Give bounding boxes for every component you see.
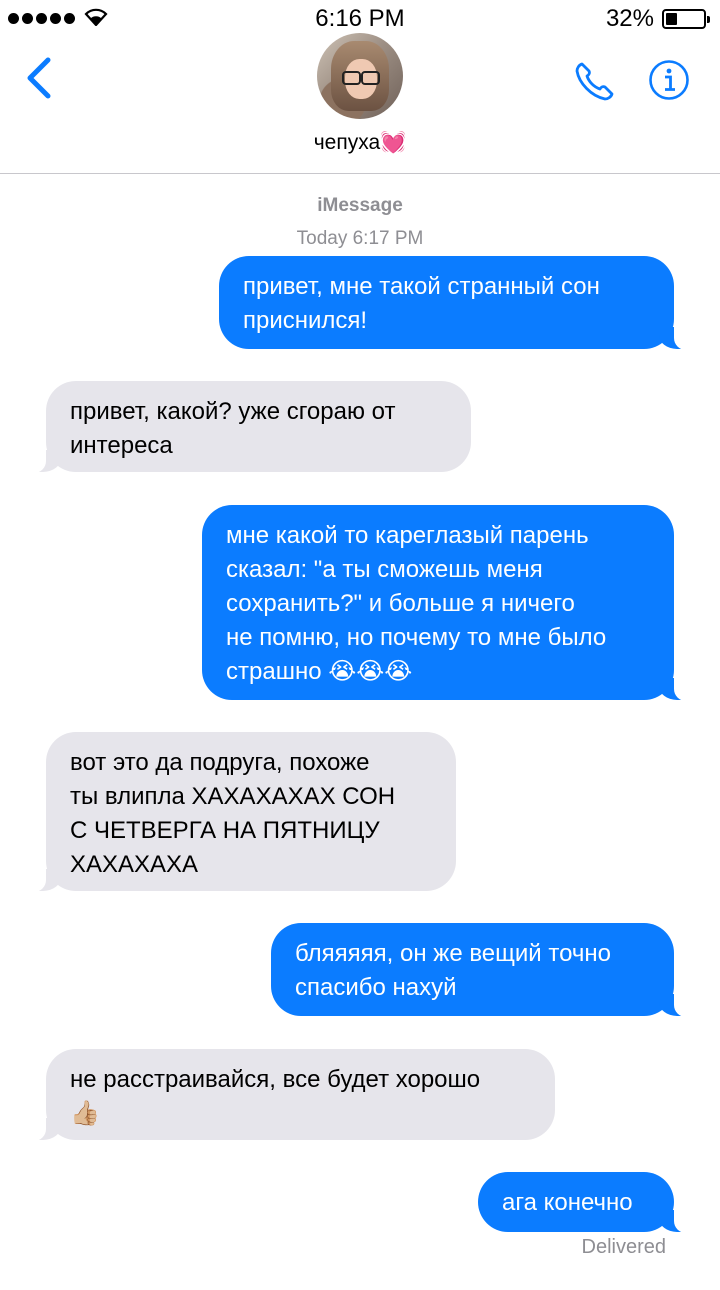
outgoing-message-bubble[interactable]: привет, мне такой странный сон приснился… (219, 256, 696, 350)
outgoing-message-bubble[interactable]: бляяяяя, он же вещий точно спасибо нахуй (271, 923, 696, 1017)
incoming-message-bubble[interactable]: привет, какой? уже сгораю от интереса (24, 381, 471, 473)
incoming-message-bubble[interactable]: вот это да подруга, похоже ты влипла ХАХ… (24, 732, 456, 892)
outgoing-message-bubble[interactable]: мне какой то кареглазый парень сказал: "… (202, 505, 696, 701)
conversation-timestamp: Today 6:17 PM (296, 228, 424, 249)
service-label: iMessage (317, 195, 403, 216)
conversation-header: чепуха💓 (0, 0, 720, 174)
incoming-message-bubble[interactable]: не расстраивайся, все будет хорошо 👍🏼 (24, 1049, 555, 1141)
contact-avatar[interactable] (317, 33, 403, 119)
back-chevron-icon[interactable] (22, 56, 58, 100)
contact-name[interactable]: чепуха💓 (0, 131, 720, 155)
info-icon[interactable] (648, 59, 690, 101)
phone-icon[interactable] (574, 60, 616, 102)
outgoing-message-bubble[interactable]: ага конечно (478, 1172, 696, 1233)
delivery-status: Delivered (581, 1236, 666, 1258)
